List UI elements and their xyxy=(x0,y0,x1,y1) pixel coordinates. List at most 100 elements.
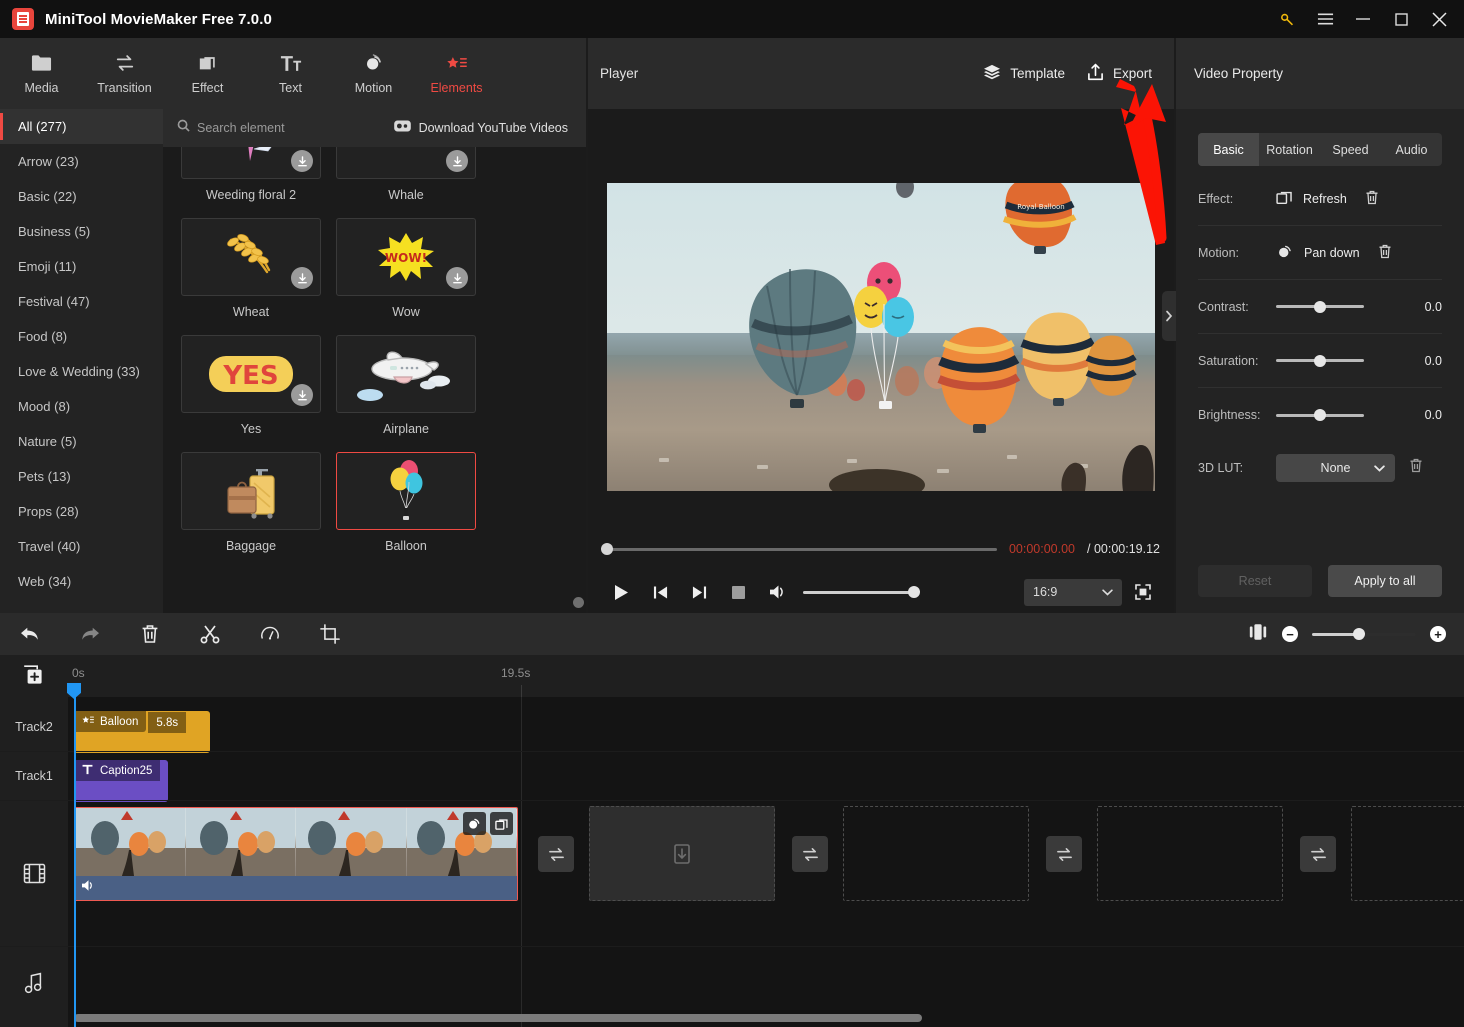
empty-media-slot[interactable] xyxy=(843,806,1029,901)
category-item-pets[interactable]: Pets (13) xyxy=(0,459,163,494)
saturation-slider[interactable] xyxy=(1276,354,1364,367)
volume-button[interactable] xyxy=(758,575,797,609)
zoom-out-button[interactable]: − xyxy=(1282,626,1298,642)
close-icon[interactable] xyxy=(1420,0,1458,38)
seek-handle[interactable] xyxy=(601,543,613,555)
play-button[interactable] xyxy=(602,575,641,609)
stop-button[interactable] xyxy=(719,575,758,609)
timeline-horizontal-scrollbar[interactable] xyxy=(74,1014,922,1022)
transition-placeholder-button[interactable] xyxy=(538,836,574,872)
element-card[interactable]: Whale xyxy=(336,147,476,202)
category-item-all[interactable]: All (277) xyxy=(0,109,163,144)
element-card-balloon[interactable]: Balloon xyxy=(336,452,476,553)
panel-collapse-handle[interactable] xyxy=(1162,291,1176,341)
category-item-business[interactable]: Business (5) xyxy=(0,214,163,249)
category-item-mood[interactable]: Mood (8) xyxy=(0,389,163,424)
element-thumbnail[interactable]: YES xyxy=(181,335,321,413)
empty-media-slot[interactable] xyxy=(589,806,775,901)
track-1-lane[interactable]: Caption25 xyxy=(68,752,1464,802)
transition-placeholder-button[interactable] xyxy=(1300,836,1336,872)
element-thumbnail[interactable] xyxy=(181,147,321,179)
contrast-slider[interactable] xyxy=(1276,300,1364,313)
crop-button[interactable] xyxy=(300,613,360,655)
delete-effect-button[interactable] xyxy=(1365,190,1379,208)
license-key-icon[interactable] xyxy=(1268,0,1306,38)
undo-button[interactable] xyxy=(0,613,60,655)
reset-button[interactable]: Reset xyxy=(1198,565,1312,597)
download-icon[interactable] xyxy=(446,150,468,172)
element-thumbnail[interactable] xyxy=(181,452,321,530)
delete-lut-button[interactable] xyxy=(1409,458,1423,478)
saturation-handle[interactable] xyxy=(1314,354,1326,367)
element-thumbnail[interactable] xyxy=(336,335,476,413)
maximize-icon[interactable] xyxy=(1382,0,1420,38)
timeline-clip-text[interactable]: Caption25 xyxy=(74,760,168,802)
transition-placeholder-button[interactable] xyxy=(792,836,828,872)
zoom-in-button[interactable]: + xyxy=(1430,626,1446,642)
element-card[interactable]: YES Yes xyxy=(181,335,321,436)
brightness-slider[interactable] xyxy=(1276,409,1364,421)
lut-select[interactable]: None xyxy=(1276,454,1395,482)
category-item-arrow[interactable]: Arrow (23) xyxy=(0,144,163,179)
empty-media-slot[interactable] xyxy=(1097,806,1283,901)
download-icon[interactable] xyxy=(291,384,313,406)
add-media-button[interactable] xyxy=(0,655,68,697)
tab-audio[interactable]: Audio xyxy=(1381,133,1442,166)
category-item-travel[interactable]: Travel (40) xyxy=(0,529,163,564)
delete-button[interactable] xyxy=(120,613,180,655)
previous-frame-button[interactable] xyxy=(641,575,680,609)
contrast-handle[interactable] xyxy=(1314,300,1326,313)
speaker-icon[interactable] xyxy=(81,879,96,897)
fit-timeline-button[interactable] xyxy=(1248,623,1268,646)
element-card[interactable]: Baggage xyxy=(181,452,321,553)
element-card[interactable]: Airplane xyxy=(336,335,476,436)
tab-elements[interactable]: Elements xyxy=(415,38,498,109)
tab-text[interactable]: Text xyxy=(249,38,332,109)
timeline-clip-element[interactable]: Balloon 5.8s xyxy=(74,711,210,753)
tab-transition[interactable]: Transition xyxy=(83,38,166,109)
timeline-ruler[interactable]: 0s 19.5s xyxy=(68,655,1464,697)
download-icon[interactable] xyxy=(446,267,468,289)
download-youtube-button[interactable]: Download YouTube Videos xyxy=(393,119,568,137)
category-item-basic[interactable]: Basic (22) xyxy=(0,179,163,214)
template-button[interactable]: Template xyxy=(983,64,1065,83)
video-preview[interactable]: Royal Balloon xyxy=(588,109,1174,564)
track-2-lane[interactable]: Balloon 5.8s xyxy=(68,703,1464,753)
seek-slider[interactable] xyxy=(601,543,997,555)
brightness-handle[interactable] xyxy=(1314,409,1326,421)
zoom-handle[interactable] xyxy=(1353,628,1365,640)
video-track-lane[interactable] xyxy=(68,801,1464,946)
element-thumbnail[interactable]: WOW! xyxy=(336,218,476,296)
category-item-web[interactable]: Web (34) xyxy=(0,564,163,599)
tab-motion[interactable]: Motion xyxy=(332,38,415,109)
clip-motion-button[interactable] xyxy=(463,812,486,835)
tab-rotation[interactable]: Rotation xyxy=(1259,133,1320,166)
redo-button[interactable] xyxy=(60,613,120,655)
element-card[interactable]: Weeding floral 2 xyxy=(181,147,321,202)
transition-placeholder-button[interactable] xyxy=(1046,836,1082,872)
tab-media[interactable]: Media xyxy=(0,38,83,109)
search-input[interactable]: Search element xyxy=(177,119,285,137)
category-item-nature[interactable]: Nature (5) xyxy=(0,424,163,459)
empty-media-slot[interactable] xyxy=(1351,806,1464,901)
category-item-emoji[interactable]: Emoji (11) xyxy=(0,249,163,284)
video-clip-audio-strip[interactable] xyxy=(75,876,517,900)
element-grid[interactable]: Weeding floral 2 Whale Wheat WOW! Wow YE… xyxy=(163,147,586,613)
element-thumbnail[interactable] xyxy=(336,147,476,179)
grid-scrollbar-thumb[interactable] xyxy=(573,597,584,608)
zoom-slider[interactable] xyxy=(1312,628,1416,640)
speed-button[interactable] xyxy=(240,613,300,655)
category-item-festival[interactable]: Festival (47) xyxy=(0,284,163,319)
next-frame-button[interactable] xyxy=(680,575,719,609)
split-button[interactable] xyxy=(180,613,240,655)
timeline-video-clip[interactable] xyxy=(74,807,518,901)
fullscreen-button[interactable] xyxy=(1126,577,1160,607)
element-thumbnail[interactable] xyxy=(181,218,321,296)
volume-slider[interactable] xyxy=(803,586,920,598)
volume-handle[interactable] xyxy=(908,586,920,598)
element-card[interactable]: WOW! Wow xyxy=(336,218,476,319)
apply-to-all-button[interactable]: Apply to all xyxy=(1328,565,1442,597)
tab-effect[interactable]: Effect xyxy=(166,38,249,109)
aspect-ratio-select[interactable]: 16:9 xyxy=(1024,578,1122,606)
download-icon[interactable] xyxy=(291,267,313,289)
